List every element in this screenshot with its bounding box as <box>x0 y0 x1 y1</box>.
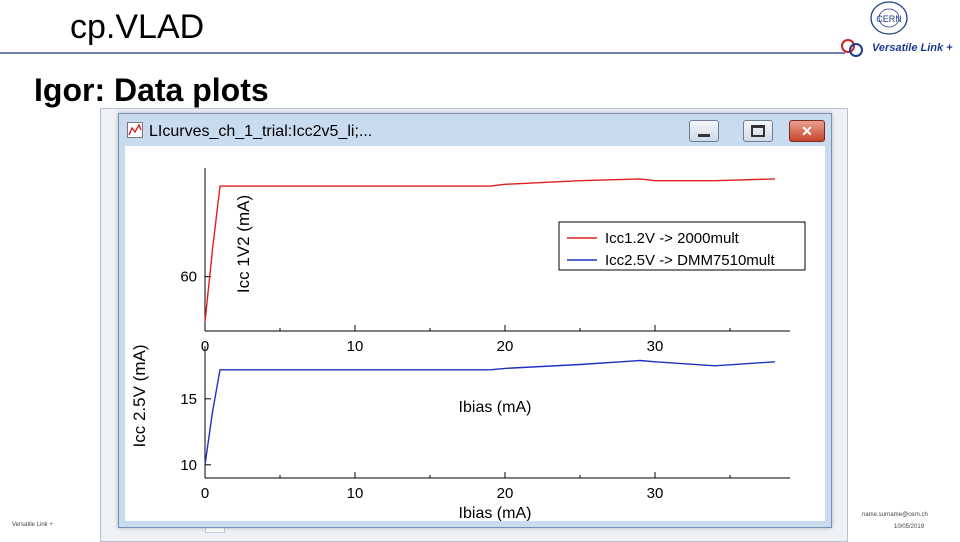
footer-email: name.surname@cern.ch <box>862 512 928 518</box>
plot-canvas: 0 10 20 30 60 0 10 20 30 10 15 Icc 1V2 (… <box>130 168 806 522</box>
bottom-x-tick-label: 0 <box>201 485 209 502</box>
legend-entry: Icc1.2V -> 2000mult <box>605 230 740 247</box>
bottom-y-axis-label: Icc 2.5V (mA) <box>130 345 149 448</box>
close-icon: ✕ <box>801 123 813 139</box>
bottom-y-tick-label: 10 <box>180 457 197 474</box>
slide-title: cp.VLAD <box>70 8 205 46</box>
legend-entry: Icc2.5V -> DMM7510mult <box>605 252 775 269</box>
footer-date: 10/05/2019 <box>894 524 925 530</box>
top-x-tick-label: 30 <box>647 338 664 355</box>
top-chart-ticks <box>204 276 731 331</box>
bottom-x-tick-label: 30 <box>647 485 664 502</box>
minimize-button[interactable] <box>689 120 719 142</box>
slide-subtitle: Igor: Data plots <box>34 72 269 108</box>
top-x-axis-label: Ibias (mA) <box>459 399 532 416</box>
title-divider <box>0 52 845 54</box>
plot-area[interactable]: 0 10 20 30 60 0 10 20 30 10 15 Icc 1V2 (… <box>125 146 825 522</box>
minimize-icon <box>698 133 710 137</box>
bottom-x-axis-label: Ibias (mA) <box>459 505 532 521</box>
bottom-x-tick-label: 20 <box>497 485 514 502</box>
top-x-tick-label: 20 <box>497 338 514 355</box>
window-title: LIcurves_ch_1_trial:Icc2v5_li;... <box>149 123 373 140</box>
graph-window[interactable]: LIcurves_ch_1_trial:Icc2v5_li;... ✕ 0 10… <box>118 113 832 528</box>
window-titlebar[interactable]: LIcurves_ch_1_trial:Icc2v5_li;... ✕ <box>119 114 831 146</box>
top-x-tick-label: 0 <box>201 338 209 355</box>
top-x-tick-label: 10 <box>347 338 364 355</box>
close-button[interactable]: ✕ <box>789 120 825 142</box>
bottom-x-tick-label: 10 <box>347 485 364 502</box>
versatile-link-logo-text: Versatile Link + <box>872 42 953 54</box>
footer-left-text: Versatile Link + <box>12 522 53 528</box>
graph-icon <box>127 122 143 138</box>
top-y-tick-label: 60 <box>180 269 197 286</box>
top-y-axis-label: Icc 1V2 (mA) <box>234 195 253 293</box>
maximize-button[interactable] <box>743 120 773 142</box>
maximize-icon <box>751 125 765 137</box>
bottom-y-tick-label: 15 <box>180 391 197 408</box>
legend[interactable]: Icc1.2V -> 2000mult Icc2.5V -> DMM7510mu… <box>558 221 806 271</box>
cern-logo-text: CERN <box>876 14 902 24</box>
